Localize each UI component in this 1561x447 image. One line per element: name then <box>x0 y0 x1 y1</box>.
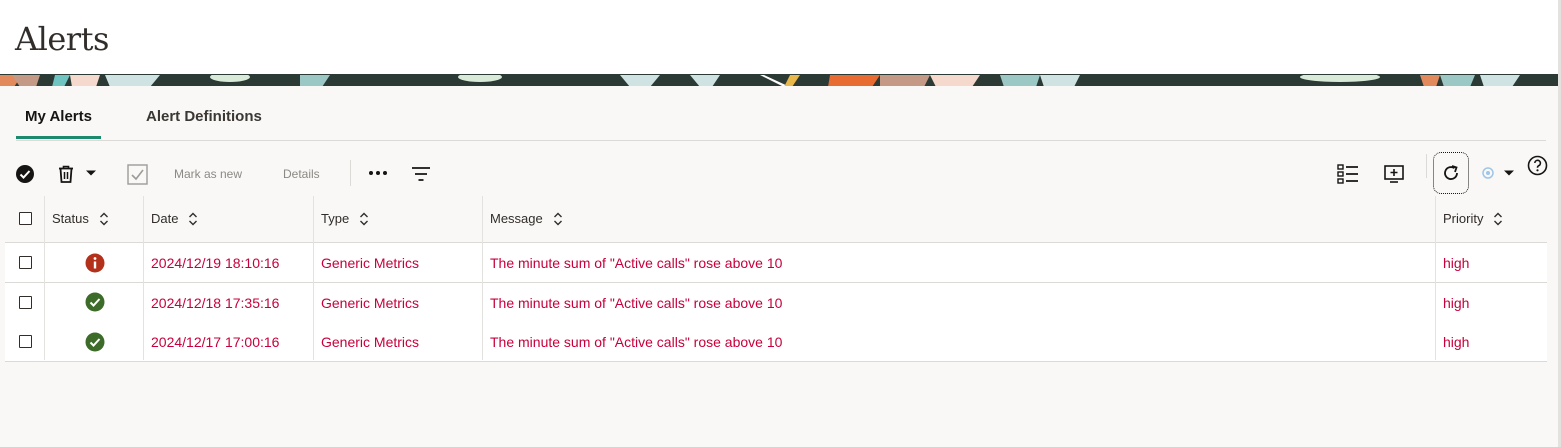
alert-message: The minute sum of "Active calls" rose ab… <box>490 255 783 271</box>
delete-menu-button[interactable] <box>84 166 98 180</box>
sort-icon <box>99 212 108 225</box>
refresh-icon <box>1444 165 1458 180</box>
details-button[interactable]: Details <box>283 167 320 181</box>
alert-type: Generic Metrics <box>321 295 420 311</box>
toolbar: Mark as new Details <box>0 150 1558 196</box>
monitor-plus-icon <box>1384 165 1404 183</box>
checkbox-check-icon <box>126 163 148 185</box>
alert-type: Generic Metrics <box>321 255 420 271</box>
help-icon <box>1527 155 1547 175</box>
sort-icon <box>1494 212 1503 225</box>
delete-button[interactable] <box>54 162 78 186</box>
resolved-check-icon <box>85 332 105 352</box>
column-header-status[interactable]: Status <box>52 211 109 226</box>
alert-message: The minute sum of "Active calls" rose ab… <box>490 334 783 350</box>
column-divider <box>482 196 483 360</box>
row-checkbox[interactable] <box>19 256 32 269</box>
column-divider <box>44 196 45 360</box>
table-row[interactable]: 2024/12/18 17:35:16 Generic Metrics The … <box>5 283 1547 323</box>
alert-date: 2024/12/19 18:10:16 <box>151 255 280 271</box>
page-header: Alerts <box>0 0 1558 74</box>
list-view-icon <box>1337 164 1358 184</box>
tab-alert-definitions[interactable]: Alert Definitions <box>146 108 262 125</box>
column-divider <box>143 196 144 360</box>
banner-pattern-icon <box>0 74 1558 86</box>
active-tab-indicator <box>16 136 101 139</box>
column-header-date[interactable]: Date <box>151 211 198 226</box>
chevron-down-icon <box>1504 170 1514 176</box>
refresh-button[interactable] <box>1433 152 1469 194</box>
alert-priority: high <box>1443 255 1470 271</box>
more-actions-button[interactable] <box>366 163 390 183</box>
acknowledge-button[interactable] <box>126 163 148 185</box>
tab-my-alerts[interactable]: My Alerts <box>25 108 92 125</box>
row-checkbox[interactable] <box>19 335 32 348</box>
alert-priority: high <box>1443 295 1470 311</box>
sort-icon <box>553 212 562 225</box>
auto-refresh-button[interactable] <box>1480 165 1496 181</box>
trash-icon <box>59 165 73 183</box>
alert-date: 2024/12/18 17:35:16 <box>151 295 280 311</box>
column-header-type[interactable]: Type <box>321 211 369 226</box>
column-header-priority[interactable]: Priority <box>1443 211 1503 226</box>
list-view-button[interactable] <box>1336 162 1360 186</box>
alert-type: Generic Metrics <box>321 334 420 350</box>
add-to-dashboard-button[interactable] <box>1382 162 1406 186</box>
table-row[interactable]: 2024/12/19 18:10:16 Generic Metrics The … <box>5 243 1547 283</box>
auto-refresh-icon <box>1482 167 1494 179</box>
select-all-button[interactable] <box>14 163 35 184</box>
auto-refresh-menu-button[interactable] <box>1502 167 1516 179</box>
table-header: Status Date Type Message Priority <box>5 196 1547 243</box>
column-header-message[interactable]: Message <box>490 211 563 226</box>
toolbar-divider <box>350 160 351 186</box>
alert-priority: high <box>1443 334 1470 350</box>
row-checkbox[interactable] <box>19 296 32 309</box>
tab-bar: My Alerts Alert Definitions <box>16 96 1546 141</box>
filter-icon <box>412 167 430 181</box>
sort-icon <box>189 212 198 225</box>
ellipsis-icon <box>369 171 387 175</box>
decorative-banner <box>0 74 1558 86</box>
column-divider <box>313 196 314 360</box>
resolved-check-icon <box>85 292 105 312</box>
column-divider <box>1435 196 1436 360</box>
filter-button[interactable] <box>410 163 432 185</box>
select-all-rows-checkbox[interactable] <box>19 212 32 225</box>
table-row[interactable]: 2024/12/17 17:00:16 Generic Metrics The … <box>5 322 1547 362</box>
chevron-down-icon <box>86 170 96 176</box>
toolbar-divider-right <box>1426 154 1427 178</box>
check-circle-icon <box>15 164 34 183</box>
alert-date: 2024/12/17 17:00:16 <box>151 334 280 350</box>
alert-message: The minute sum of "Active calls" rose ab… <box>490 295 783 311</box>
sort-icon <box>360 212 369 225</box>
alert-open-icon <box>85 253 105 273</box>
page-title: Alerts <box>15 20 109 58</box>
mark-as-new-button[interactable]: Mark as new <box>174 167 242 181</box>
help-button[interactable] <box>1526 154 1548 176</box>
